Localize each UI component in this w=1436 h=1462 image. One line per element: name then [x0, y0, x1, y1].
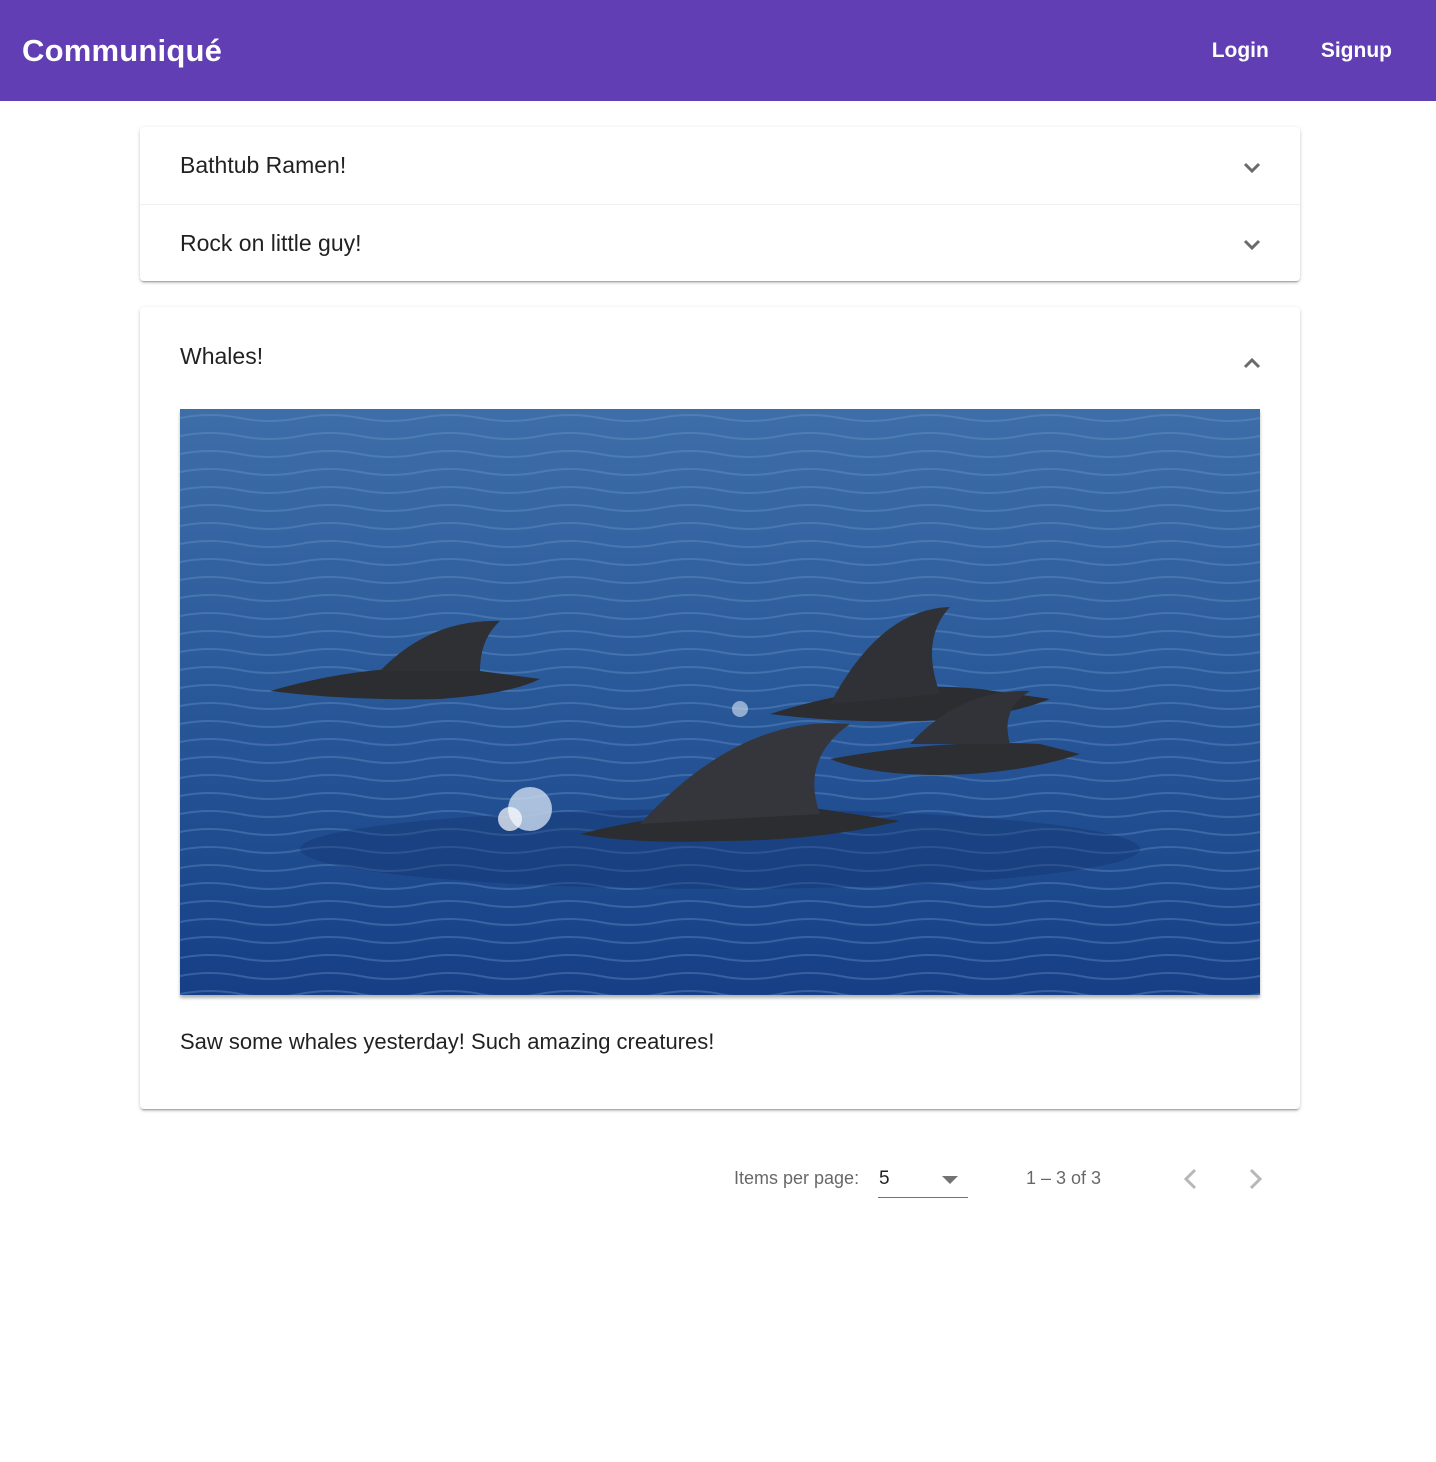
- login-button[interactable]: Login: [1192, 29, 1289, 73]
- whale-fins-photo: [180, 409, 1260, 995]
- chevron-down-icon: [1243, 162, 1261, 173]
- dropdown-arrow-icon: [942, 1176, 958, 1184]
- post-title: Whales!: [180, 342, 264, 369]
- chevron-up-icon: [1243, 357, 1261, 369]
- chevron-left-icon[interactable]: [1176, 1164, 1206, 1194]
- app-title[interactable]: Communiqué: [22, 33, 222, 69]
- post-title: Rock on little guy!: [180, 229, 362, 256]
- chevron-right-icon[interactable]: [1240, 1164, 1270, 1194]
- post-accordion-collapsed: Bathtub Ramen! Rock on little guy!: [140, 127, 1300, 281]
- signup-button[interactable]: Signup: [1301, 29, 1412, 73]
- post-title: Bathtub Ramen!: [180, 152, 347, 178]
- post-panel-header[interactable]: Whales!: [140, 307, 1300, 405]
- chevron-down-icon: [1243, 239, 1261, 251]
- items-per-page-select[interactable]: 5: [878, 1160, 968, 1198]
- post-accordion-expanded: Whales! Saw some whales yesterday! Such …: [140, 307, 1300, 1109]
- page-range-label: 1 – 3 of 3: [1026, 1168, 1102, 1188]
- items-per-page-label: Items per page:: [734, 1168, 860, 1188]
- app-toolbar: Communiqué Login Signup: [0, 0, 1436, 101]
- items-per-page-value: 5: [879, 1168, 890, 1189]
- post-panel-header[interactable]: Bathtub Ramen!: [140, 127, 1300, 204]
- post-panel-header[interactable]: Rock on little guy!: [140, 204, 1300, 281]
- paginator: Items per page: 5 1 – 3 of 3: [0, 1150, 1436, 1210]
- post-body: Saw some whales yesterday! Such amazing …: [180, 1029, 715, 1054]
